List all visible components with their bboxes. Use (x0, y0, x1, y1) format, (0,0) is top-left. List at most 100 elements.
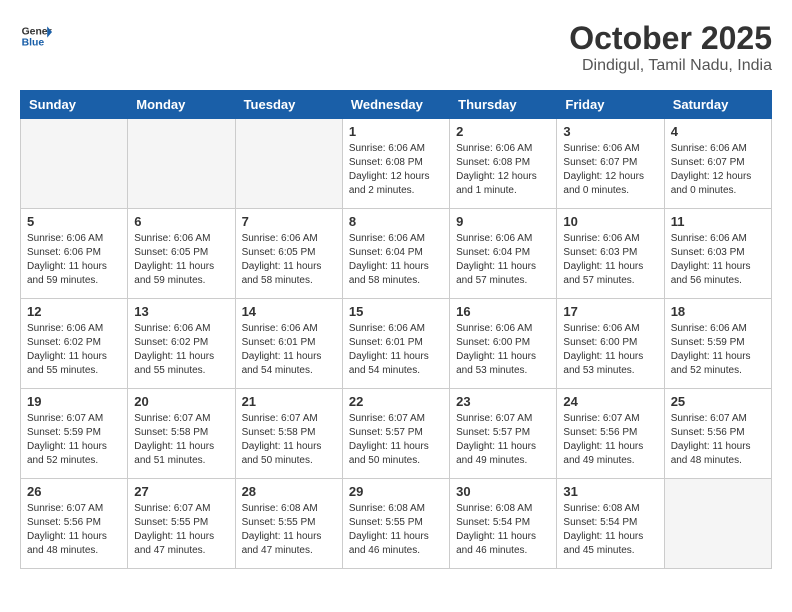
day-number: 24 (563, 394, 657, 409)
day-header-tuesday: Tuesday (235, 91, 342, 119)
day-info: Sunrise: 6:07 AMSunset: 5:59 PMDaylight:… (27, 412, 121, 468)
day-number: 29 (349, 484, 443, 499)
calendar-cell: 28 Sunrise: 6:08 AMSunset: 5:55 PMDayligh… (235, 479, 342, 569)
day-info: Sunrise: 6:06 AMSunset: 6:00 PMDaylight:… (563, 322, 657, 378)
day-number: 2 (456, 124, 550, 139)
calendar-cell: 7 Sunrise: 6:06 AMSunset: 6:05 PMDaylight… (235, 209, 342, 299)
day-header-sunday: Sunday (21, 91, 128, 119)
calendar-cell: 19 Sunrise: 6:07 AMSunset: 5:59 PMDayligh… (21, 389, 128, 479)
day-info: Sunrise: 6:07 AMSunset: 5:56 PMDaylight:… (563, 412, 657, 468)
day-info: Sunrise: 6:06 AMSunset: 6:02 PMDaylight:… (27, 322, 121, 378)
calendar-cell: 12 Sunrise: 6:06 AMSunset: 6:02 PMDayligh… (21, 299, 128, 389)
day-number: 13 (134, 304, 228, 319)
week-row-1: 1Sunrise: 6:06 AMSunset: 6:08 PMDaylight… (21, 119, 772, 209)
day-number: 8 (349, 214, 443, 229)
day-info: Sunrise: 6:06 AMSunset: 6:01 PMDaylight:… (349, 322, 443, 378)
day-info: Sunrise: 6:06 AMSunset: 6:02 PMDaylight:… (134, 322, 228, 378)
calendar-cell: 3Sunrise: 6:06 AMSunset: 6:07 PMDaylight… (557, 119, 664, 209)
calendar-cell: 6 Sunrise: 6:06 AMSunset: 6:05 PMDaylight… (128, 209, 235, 299)
day-header-monday: Monday (128, 91, 235, 119)
calendar-cell: 13 Sunrise: 6:06 AMSunset: 6:02 PMDayligh… (128, 299, 235, 389)
day-number: 31 (563, 484, 657, 499)
day-number: 10 (563, 214, 657, 229)
calendar-cell: 27Sunrise: 6:07 AMSunset: 5:55 PMDayligh… (128, 479, 235, 569)
day-number: 7 (242, 214, 336, 229)
calendar-cell: 15 Sunrise: 6:06 AMSunset: 6:01 PMDayligh… (342, 299, 449, 389)
day-info: Sunrise: 6:07 AMSunset: 5:56 PMDaylight:… (671, 412, 765, 468)
day-info: Sunrise: 6:06 AMSunset: 6:05 PMDaylight:… (134, 232, 228, 288)
day-number: 21 (242, 394, 336, 409)
title-section: October 2025 Dindigul, Tamil Nadu, India (569, 20, 772, 75)
day-info: Sunrise: 6:07 AMSunset: 5:57 PMDaylight:… (456, 412, 550, 468)
week-row-4: 19 Sunrise: 6:07 AMSunset: 5:59 PMDayligh… (21, 389, 772, 479)
day-info: Sunrise: 6:08 AMSunset: 5:55 PMDaylight:… (242, 502, 336, 558)
svg-text:Blue: Blue (22, 38, 45, 49)
day-info: Sunrise: 6:06 AMSunset: 6:04 PMDaylight:… (349, 232, 443, 288)
day-number: 12 (27, 304, 121, 319)
day-info: Sunrise: 6:07 AMSunset: 5:58 PMDaylight:… (134, 412, 228, 468)
calendar-cell (21, 119, 128, 209)
calendar-cell: 8 Sunrise: 6:06 AMSunset: 6:04 PMDaylight… (342, 209, 449, 299)
calendar-cell: 10Sunrise: 6:06 AMSunset: 6:03 PMDayligh… (557, 209, 664, 299)
page-header: General Blue October 2025 Dindigul, Tami… (20, 20, 772, 75)
day-info: Sunrise: 6:06 AMSunset: 6:08 PMDaylight:… (456, 142, 550, 198)
day-info: Sunrise: 6:06 AMSunset: 6:07 PMDaylight:… (563, 142, 657, 198)
day-number: 14 (242, 304, 336, 319)
day-number: 15 (349, 304, 443, 319)
day-info: Sunrise: 6:06 AMSunset: 5:59 PMDaylight:… (671, 322, 765, 378)
calendar-subtitle: Dindigul, Tamil Nadu, India (569, 57, 772, 75)
day-number: 30 (456, 484, 550, 499)
calendar-cell: 25 Sunrise: 6:07 AMSunset: 5:56 PMDayligh… (664, 389, 771, 479)
calendar-cell: 16Sunrise: 6:06 AMSunset: 6:00 PMDayligh… (450, 299, 557, 389)
day-number: 9 (456, 214, 550, 229)
day-number: 17 (563, 304, 657, 319)
day-info: Sunrise: 6:06 AMSunset: 6:05 PMDaylight:… (242, 232, 336, 288)
day-info: Sunrise: 6:08 AMSunset: 5:55 PMDaylight:… (349, 502, 443, 558)
calendar-cell (664, 479, 771, 569)
calendar-table: SundayMondayTuesdayWednesdayThursdayFrid… (20, 90, 772, 569)
calendar-cell: 1Sunrise: 6:06 AMSunset: 6:08 PMDaylight… (342, 119, 449, 209)
day-info: Sunrise: 6:06 AMSunset: 6:08 PMDaylight:… (349, 142, 443, 198)
calendar-title: October 2025 (569, 20, 772, 57)
week-row-5: 26 Sunrise: 6:07 AMSunset: 5:56 PMDayligh… (21, 479, 772, 569)
calendar-cell: 21 Sunrise: 6:07 AMSunset: 5:58 PMDayligh… (235, 389, 342, 479)
day-number: 6 (134, 214, 228, 229)
logo: General Blue (20, 20, 52, 52)
calendar-cell: 11 Sunrise: 6:06 AMSunset: 6:03 PMDayligh… (664, 209, 771, 299)
day-info: Sunrise: 6:06 AMSunset: 6:01 PMDaylight:… (242, 322, 336, 378)
day-number: 16 (456, 304, 550, 319)
calendar-cell (235, 119, 342, 209)
day-header-saturday: Saturday (664, 91, 771, 119)
day-header-friday: Friday (557, 91, 664, 119)
day-number: 28 (242, 484, 336, 499)
day-number: 5 (27, 214, 121, 229)
header-row: SundayMondayTuesdayWednesdayThursdayFrid… (21, 91, 772, 119)
day-number: 11 (671, 214, 765, 229)
calendar-cell: 29 Sunrise: 6:08 AMSunset: 5:55 PMDayligh… (342, 479, 449, 569)
logo-icon: General Blue (20, 20, 52, 52)
calendar-cell: 22Sunrise: 6:07 AMSunset: 5:57 PMDayligh… (342, 389, 449, 479)
day-info: Sunrise: 6:07 AMSunset: 5:55 PMDaylight:… (134, 502, 228, 558)
day-number: 23 (456, 394, 550, 409)
day-header-wednesday: Wednesday (342, 91, 449, 119)
calendar-cell: 4 Sunrise: 6:06 AMSunset: 6:07 PMDaylight… (664, 119, 771, 209)
day-info: Sunrise: 6:06 AMSunset: 6:07 PMDaylight:… (671, 142, 765, 198)
day-number: 26 (27, 484, 121, 499)
calendar-cell (128, 119, 235, 209)
calendar-cell: 31 Sunrise: 6:08 AMSunset: 5:54 PMDayligh… (557, 479, 664, 569)
day-info: Sunrise: 6:07 AMSunset: 5:56 PMDaylight:… (27, 502, 121, 558)
calendar-cell: 30 Sunrise: 6:08 AMSunset: 5:54 PMDayligh… (450, 479, 557, 569)
day-info: Sunrise: 6:07 AMSunset: 5:58 PMDaylight:… (242, 412, 336, 468)
calendar-cell: 2 Sunrise: 6:06 AMSunset: 6:08 PMDaylight… (450, 119, 557, 209)
day-number: 25 (671, 394, 765, 409)
day-info: Sunrise: 6:08 AMSunset: 5:54 PMDaylight:… (456, 502, 550, 558)
day-number: 18 (671, 304, 765, 319)
day-info: Sunrise: 6:08 AMSunset: 5:54 PMDaylight:… (563, 502, 657, 558)
day-number: 4 (671, 124, 765, 139)
calendar-cell: 24 Sunrise: 6:07 AMSunset: 5:56 PMDayligh… (557, 389, 664, 479)
calendar-cell: 23 Sunrise: 6:07 AMSunset: 5:57 PMDayligh… (450, 389, 557, 479)
day-info: Sunrise: 6:06 AMSunset: 6:03 PMDaylight:… (671, 232, 765, 288)
week-row-3: 12 Sunrise: 6:06 AMSunset: 6:02 PMDayligh… (21, 299, 772, 389)
day-info: Sunrise: 6:06 AMSunset: 6:06 PMDaylight:… (27, 232, 121, 288)
day-number: 19 (27, 394, 121, 409)
